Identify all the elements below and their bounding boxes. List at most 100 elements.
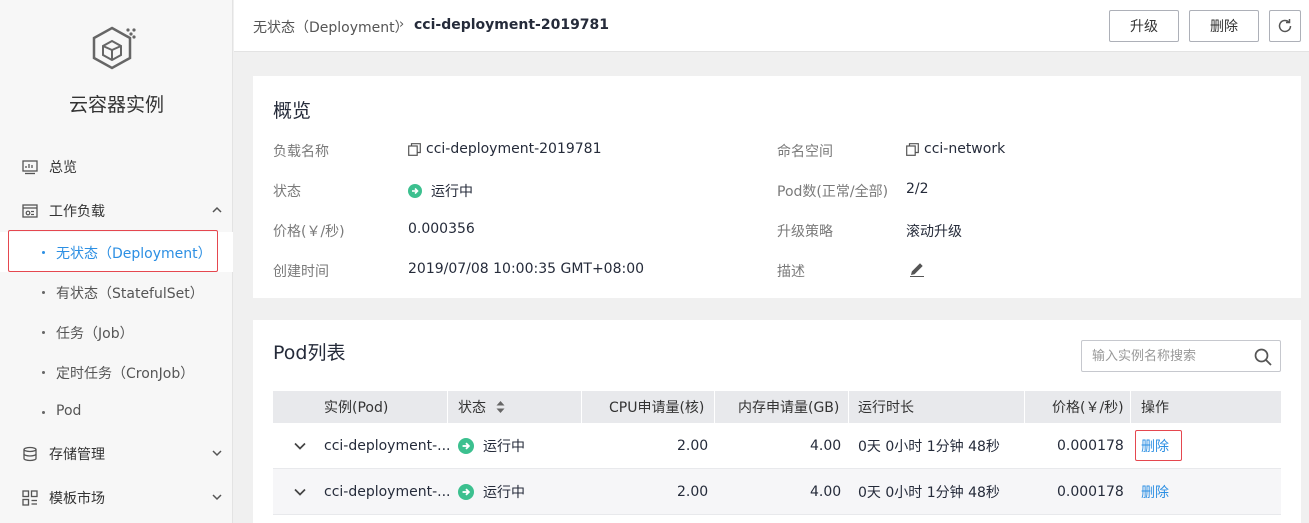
sidebar-item-workloads[interactable]: 工作负载 xyxy=(0,191,233,231)
sidebar-subitem-job[interactable]: 任务（Job） xyxy=(0,312,233,352)
pod-search-box xyxy=(1081,340,1281,372)
strategy-value: 滚动升级 xyxy=(906,224,962,240)
pod-memory-cell: 4.00 xyxy=(810,438,842,454)
col-header-pod: 实例(Pod) xyxy=(324,400,389,416)
pod-search-input[interactable] xyxy=(1082,341,1247,371)
overview-card: 概览 负载名称 cci-deployment-2019781 状态 运行中 价格… xyxy=(253,76,1301,298)
price-value: 0.000356 xyxy=(408,221,475,237)
pod-cpu-cell: 2.00 xyxy=(677,438,709,454)
status-value: 运行中 xyxy=(408,181,473,201)
sidebar-item-label: 模板市场 xyxy=(49,491,105,507)
refresh-button[interactable] xyxy=(1269,10,1301,42)
bullet-dot xyxy=(42,411,45,414)
sidebar-item-label: 存储管理 xyxy=(49,447,105,463)
sidebar-subitem-label: 定时任务（CronJob） xyxy=(56,366,195,382)
sidebar: 云容器实例 总览 工作负载 无状态（Deployment） 有状态（Statef… xyxy=(0,0,233,523)
bullet-dot xyxy=(42,371,45,374)
sidebar-subitem-label: 有状态（StatefulSet） xyxy=(56,286,204,302)
database-icon xyxy=(23,446,37,462)
sidebar-item-storage[interactable]: 存储管理 xyxy=(0,434,233,474)
pod-list-card: Pod列表 实例(Pod) 状态 CPU申请量(核) 内存申请量(GB) 运行时… xyxy=(253,320,1301,523)
chevron-down-icon[interactable] xyxy=(293,439,307,453)
status-text: 运行中 xyxy=(431,184,473,200)
col-header-price: 价格(￥/秒) xyxy=(1052,400,1124,416)
sidebar-subitem-pod[interactable]: Pod xyxy=(0,392,233,432)
strategy-label: 升级策略 xyxy=(777,224,833,240)
namespace-text: cci-network xyxy=(924,141,1006,157)
pod-name-cell[interactable]: cci-deployment-... xyxy=(324,469,450,515)
template-grid-icon xyxy=(22,490,38,506)
pod-uptime-cell: 0天 0小时 1分钟 48秒 xyxy=(858,485,1000,501)
sidebar-subitem-label: Pod xyxy=(56,403,82,419)
app-title: 云容器实例 xyxy=(68,94,164,116)
chevron-down-icon[interactable] xyxy=(293,485,307,499)
chevron-down-icon[interactable] xyxy=(211,447,223,459)
created-label: 创建时间 xyxy=(273,264,329,280)
running-status-icon xyxy=(408,184,422,198)
breadcrumb-parent[interactable]: 无状态（Deployment） xyxy=(253,17,409,37)
pod-status-text: 运行中 xyxy=(483,439,525,455)
pod-list-title: Pod列表 xyxy=(273,342,346,364)
copy-icon[interactable] xyxy=(408,142,421,156)
price-label: 价格(￥/秒) xyxy=(273,224,345,240)
pod-status-text: 运行中 xyxy=(483,485,525,501)
monitor-icon xyxy=(22,160,38,175)
sidebar-subitem-deployment[interactable]: 无状态（Deployment） xyxy=(0,232,233,272)
cci-logo-icon xyxy=(92,26,136,70)
breadcrumb-current: cci-deployment-2019781 xyxy=(414,17,610,33)
pod-status-cell: 运行中 xyxy=(458,423,525,469)
table-header: 实例(Pod) 状态 CPU申请量(核) 内存申请量(GB) 运行时长 价格(￥… xyxy=(273,391,1281,423)
sidebar-subitem-cronjob[interactable]: 定时任务（CronJob） xyxy=(0,352,233,392)
sidebar-item-label: 总览 xyxy=(49,160,77,176)
col-header-cpu: CPU申请量(核) xyxy=(609,400,705,416)
pod-status-cell: 运行中 xyxy=(458,469,525,515)
table-row: cci-deployment-... 运行中 2.00 4.00 0天 0小时 … xyxy=(273,423,1281,469)
refresh-icon xyxy=(1278,19,1292,33)
running-status-icon xyxy=(458,438,474,454)
running-status-icon xyxy=(458,484,474,500)
col-header-status[interactable]: 状态 xyxy=(458,391,505,423)
sidebar-subitem-statefulset[interactable]: 有状态（StatefulSet） xyxy=(0,272,233,312)
workload-name-value: cci-deployment-2019781 xyxy=(408,141,601,157)
pods-count-label: Pod数(正常/全部) xyxy=(777,184,889,200)
col-header-memory: 内存申请量(GB) xyxy=(738,400,840,416)
sidebar-subitem-label: 任务（Job） xyxy=(56,326,134,342)
sidebar-item-templates[interactable]: 模板市场 xyxy=(0,478,233,518)
delete-button[interactable]: 删除 xyxy=(1189,10,1259,42)
pod-delete-link[interactable]: 删除 xyxy=(1141,469,1169,515)
pod-price-cell: 0.000178 xyxy=(1057,438,1124,454)
sidebar-subitem-label: 无状态（Deployment） xyxy=(56,246,212,262)
table-row: cci-deployment-... 运行中 2.00 4.00 0天 0小时 … xyxy=(273,469,1281,515)
workload-name-text: cci-deployment-2019781 xyxy=(426,141,602,157)
col-header-uptime: 运行时长 xyxy=(858,400,914,416)
pod-delete-link[interactable]: 删除 xyxy=(1141,423,1169,469)
upgrade-button[interactable]: 升级 xyxy=(1109,10,1179,42)
pod-memory-cell: 4.00 xyxy=(810,484,842,500)
search-icon[interactable] xyxy=(1254,348,1272,366)
pod-price-cell: 0.000178 xyxy=(1057,484,1124,500)
edit-pencil-icon[interactable] xyxy=(908,260,926,278)
pods-count-value: 2/2 xyxy=(906,181,929,197)
bullet-dot xyxy=(42,291,45,294)
sidebar-item-overview[interactable]: 总览 xyxy=(0,147,233,187)
copy-icon[interactable] xyxy=(906,142,919,156)
bullet-dot xyxy=(42,251,45,254)
pod-cpu-cell: 2.00 xyxy=(677,484,709,500)
col-header-status-label: 状态 xyxy=(458,400,486,416)
overview-title: 概览 xyxy=(273,100,312,122)
sidebar-item-label: 工作负载 xyxy=(49,204,105,220)
top-bar: 无状态（Deployment） › cci-deployment-2019781… xyxy=(234,0,1309,52)
namespace-value: cci-network xyxy=(906,141,1005,157)
workload-name-label: 负载名称 xyxy=(273,144,329,160)
bullet-dot xyxy=(42,331,45,334)
status-label: 状态 xyxy=(273,184,301,200)
description-value xyxy=(908,260,926,278)
pod-name-cell[interactable]: cci-deployment-... xyxy=(324,423,450,469)
description-label: 描述 xyxy=(777,264,805,280)
sort-icon[interactable] xyxy=(496,400,505,414)
col-header-actions: 操作 xyxy=(1141,400,1169,416)
chevron-down-icon[interactable] xyxy=(211,491,223,503)
pod-uptime-cell: 0天 0小时 1分钟 48秒 xyxy=(858,439,1000,455)
chevron-up-icon[interactable] xyxy=(211,204,223,216)
created-value: 2019/07/08 10:00:35 GMT+08:00 xyxy=(408,261,645,277)
